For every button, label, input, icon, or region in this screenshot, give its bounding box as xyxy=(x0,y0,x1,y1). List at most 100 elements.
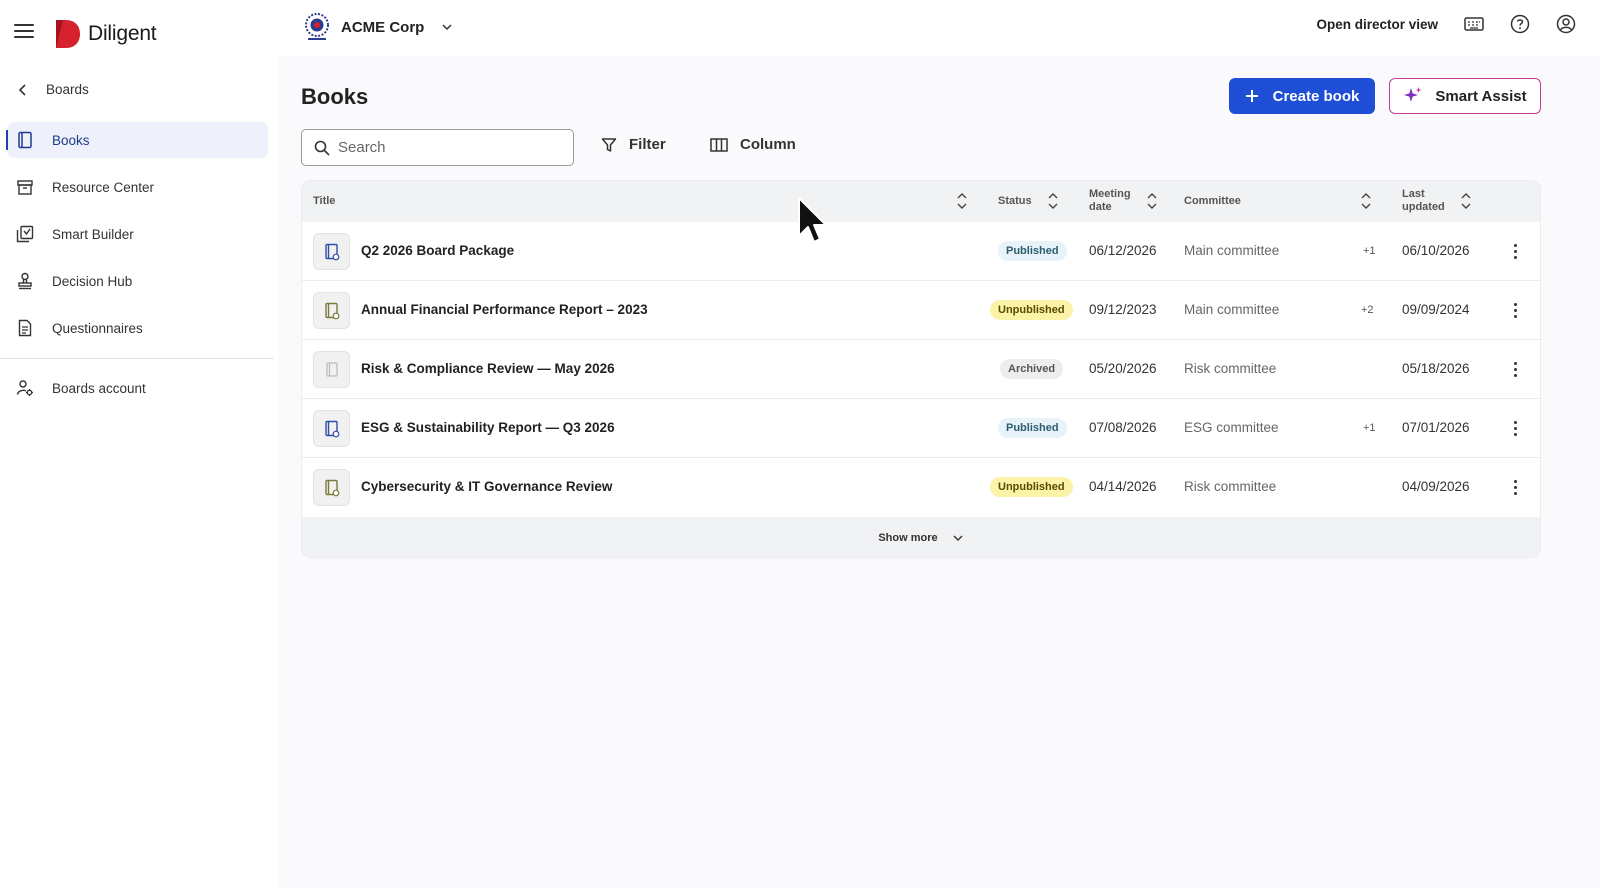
committee: Main committee xyxy=(1184,243,1280,258)
sidebar: Boards Books Resource Center Smart Build… xyxy=(0,56,278,888)
more-options-icon[interactable] xyxy=(1507,478,1523,496)
sidebar-item-label: Resource Center xyxy=(52,179,155,195)
book-thumbnail xyxy=(313,469,350,506)
column-header-title: Title xyxy=(313,195,336,207)
table-row[interactable]: Cybersecurity & IT Governance Review Unp… xyxy=(302,458,1540,517)
header-line: date xyxy=(1089,201,1112,213)
account-label: Boards account xyxy=(52,380,146,396)
open-director-view-link[interactable]: Open director view xyxy=(1316,17,1438,32)
sidebar-nav: Books Resource Center Smart Builder Deci… xyxy=(6,122,268,357)
smart-assist-label: Smart Assist xyxy=(1435,87,1527,105)
extra-committee-count: +2 xyxy=(1361,304,1374,316)
show-more-button[interactable]: Show more xyxy=(302,517,1540,559)
book-icon xyxy=(325,361,338,377)
back-to-boards-link[interactable]: Boards xyxy=(18,82,89,97)
chevron-left-icon xyxy=(18,83,26,96)
sidebar-item-books[interactable]: Books xyxy=(6,122,268,158)
book-thumbnail xyxy=(313,233,350,270)
more-options-icon[interactable] xyxy=(1507,242,1523,260)
extra-committee-count: +1 xyxy=(1363,245,1376,257)
top-bar: Diligent ACME Corp Open director view xyxy=(0,0,1600,56)
status-badge: Published xyxy=(998,418,1067,438)
sort-icon[interactable] xyxy=(1460,191,1472,211)
table-header: Title Status Meeting date Committee Last… xyxy=(302,181,1540,222)
sidebar-item-questionnaires[interactable]: Questionnaires xyxy=(8,310,268,346)
book-title: ESG & Sustainability Report — Q3 2026 xyxy=(361,420,615,435)
app-name: Diligent xyxy=(88,22,157,45)
meeting-date: 09/12/2023 xyxy=(1089,302,1157,317)
table-row[interactable]: Risk & Compliance Review — May 2026 Arch… xyxy=(302,340,1540,399)
last-updated: 06/10/2026 xyxy=(1402,243,1470,258)
stamp-icon xyxy=(16,272,34,290)
sidebar-item-smart-builder[interactable]: Smart Builder xyxy=(8,216,268,252)
book-title: Annual Financial Performance Report – 20… xyxy=(361,302,648,317)
more-options-icon[interactable] xyxy=(1507,301,1523,319)
chevron-down-icon xyxy=(442,24,452,31)
book-icon xyxy=(324,479,339,496)
last-updated: 09/09/2024 xyxy=(1402,302,1470,317)
books-table: Title Status Meeting date Committee Last… xyxy=(301,180,1541,558)
user-account-icon[interactable] xyxy=(1556,14,1576,34)
header-line: Meeting xyxy=(1089,188,1131,200)
app-logo[interactable]: Diligent xyxy=(54,20,157,48)
org-name: ACME Corp xyxy=(341,18,425,36)
help-icon[interactable] xyxy=(1510,14,1530,34)
table-row[interactable]: Q2 2026 Board Package Published 06/12/20… xyxy=(302,222,1540,281)
more-options-icon[interactable] xyxy=(1507,360,1523,378)
committee: Risk committee xyxy=(1184,479,1277,494)
plus-icon xyxy=(1245,90,1258,102)
sort-icon[interactable] xyxy=(1360,191,1372,211)
header-line: updated xyxy=(1402,201,1445,213)
org-switcher[interactable]: ACME Corp xyxy=(303,12,454,42)
document-icon xyxy=(16,319,34,337)
book-title: Cybersecurity & IT Governance Review xyxy=(361,479,613,494)
column-header-committee: Committee xyxy=(1184,195,1241,207)
book-title: Q2 2026 Board Package xyxy=(361,243,515,258)
diligent-logo-icon xyxy=(56,20,80,48)
sidebar-divider xyxy=(0,358,274,359)
status-badge: Published xyxy=(998,241,1067,261)
book-thumbnail xyxy=(313,351,350,388)
column-button[interactable]: Column xyxy=(710,136,796,153)
committee: Risk committee xyxy=(1184,361,1277,376)
sidebar-item-label: Smart Builder xyxy=(52,226,134,242)
meeting-date: 06/12/2026 xyxy=(1089,243,1157,258)
sort-icon[interactable] xyxy=(1146,191,1158,211)
sidebar-item-label: Decision Hub xyxy=(52,273,133,289)
sidebar-item-resource-center[interactable]: Resource Center xyxy=(8,169,268,205)
book-title: Risk & Compliance Review — May 2026 xyxy=(361,361,615,376)
hamburger-menu-icon[interactable] xyxy=(14,24,34,38)
sidebar-item-boards-account[interactable]: Boards account xyxy=(16,376,146,400)
page-title: Books xyxy=(301,84,369,109)
sidebar-item-decision-hub[interactable]: Decision Hub xyxy=(8,263,268,299)
create-book-button[interactable]: Create book xyxy=(1229,78,1375,114)
search-input[interactable] xyxy=(338,139,558,156)
committee: Main committee xyxy=(1184,302,1280,317)
sort-icon[interactable] xyxy=(1047,191,1059,211)
last-updated: 05/18/2026 xyxy=(1402,361,1470,376)
keyboard-icon[interactable] xyxy=(1464,14,1484,34)
book-icon xyxy=(324,420,339,437)
table-row[interactable]: ESG & Sustainability Report — Q3 2026 Pu… xyxy=(302,399,1540,458)
committee: ESG committee xyxy=(1184,420,1279,435)
search-box xyxy=(301,129,574,166)
last-updated: 04/09/2026 xyxy=(1402,479,1470,494)
column-header-last-updated: Last updated xyxy=(1402,188,1445,214)
book-icon xyxy=(324,302,339,319)
more-options-icon[interactable] xyxy=(1507,419,1523,437)
org-seal-icon xyxy=(305,13,329,40)
status-badge: Unpublished xyxy=(990,300,1073,320)
book-thumbnail xyxy=(313,410,350,447)
filter-button[interactable]: Filter xyxy=(601,136,666,153)
show-more-label: Show more xyxy=(878,532,938,544)
column-label: Column xyxy=(740,136,796,153)
status-badge: Unpublished xyxy=(990,477,1073,497)
extra-committee-count: +1 xyxy=(1363,422,1376,434)
book-thumbnail xyxy=(313,292,350,329)
smart-assist-button[interactable]: Smart Assist xyxy=(1389,78,1541,114)
chevron-down-icon xyxy=(953,535,963,541)
sort-icon[interactable] xyxy=(956,191,968,211)
table-row[interactable]: Annual Financial Performance Report – 20… xyxy=(302,281,1540,340)
smart-builder-icon xyxy=(16,225,34,243)
top-actions: Open director view xyxy=(1316,14,1576,34)
